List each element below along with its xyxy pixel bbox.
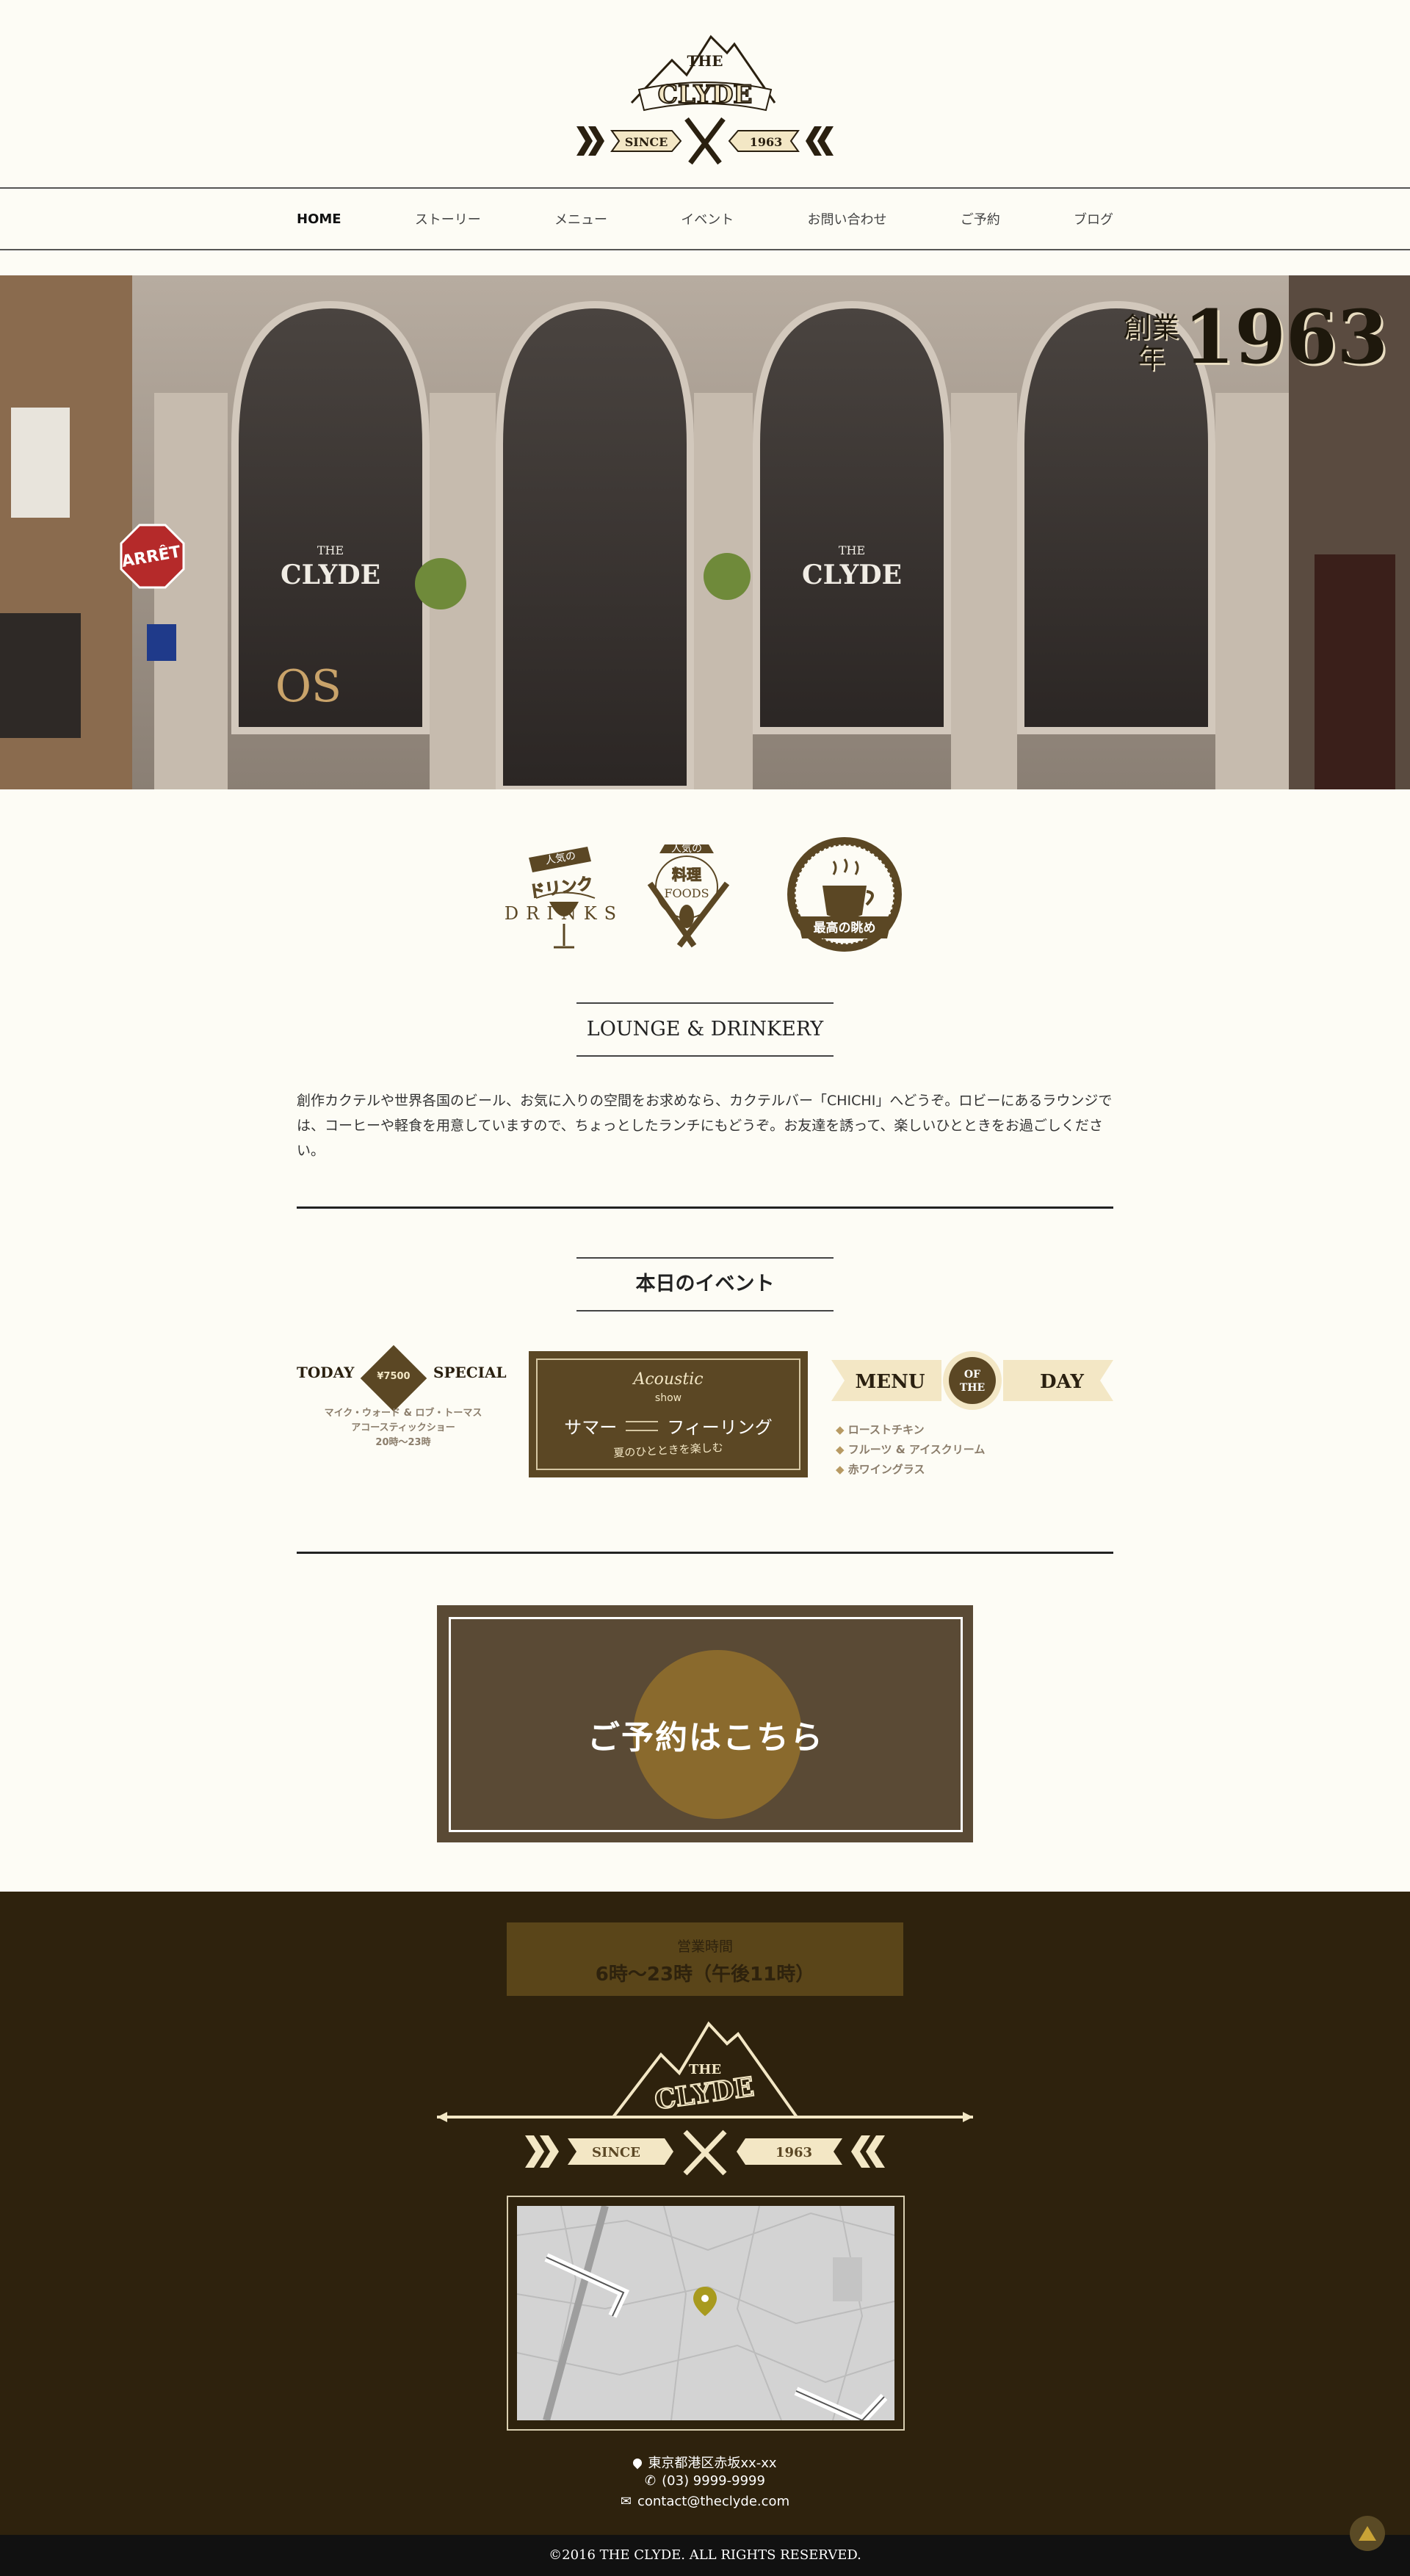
map[interactable] <box>507 2196 905 2431</box>
today-special[interactable]: TODAY ¥7500 SPECIAL マイク・ウォード & ロブ・トーマス ア… <box>297 1345 510 1458</box>
map-canvas[interactable] <box>517 2206 894 2420</box>
acoustic-sub: 夏のひとときを楽しむ <box>612 1441 724 1460</box>
window-sign-os: OS <box>275 661 341 712</box>
motd-item: ◆ ローストチキン <box>836 1423 925 1436</box>
view-label-text: 最高の眺め <box>814 920 876 936</box>
footer-logo-name: CLYDE <box>653 2072 756 2116</box>
phone-icon: ✆ <box>645 2473 657 2489</box>
window-sign-name: CLYDE <box>281 560 380 590</box>
reservation-label: ご予約はこちら <box>588 1719 824 1756</box>
today-line-3: 20時〜23時 <box>375 1437 431 1448</box>
acoustic-main-right: フィーリング <box>667 1417 773 1438</box>
business-hours: 営業時間 6時〜23時（午後11時） <box>507 1922 903 1996</box>
section-divider <box>297 1552 1113 1554</box>
window-sign-the: THE <box>317 543 344 557</box>
events-title: 本日のイベント <box>576 1257 834 1311</box>
reservation-button[interactable]: ご予約はこちら <box>437 1605 973 1842</box>
view-badge[interactable]: 最高の眺め <box>787 837 902 952</box>
back-to-top-button[interactable] <box>1350 2516 1385 2551</box>
founded-kanji-top: 創業 <box>1123 311 1179 344</box>
main-nav: HOME ストーリー メニュー イベント お問い合わせ ご予約 ブログ <box>0 187 1410 250</box>
foods-ribbon-text: 人気の <box>671 843 702 855</box>
window-sign-name-2: CLYDE <box>802 560 902 590</box>
motd-of: OF <box>964 1369 980 1381</box>
email-line[interactable]: ✉ contact@theclyde.com <box>0 2494 1410 2509</box>
clyde-logo[interactable]: THE CLYDE SINCE 1963 <box>576 16 834 170</box>
founded-kanji-bottom: 年 <box>1137 342 1165 375</box>
acoustic-main-left: サマー <box>564 1417 618 1438</box>
footer-logo-since: SINCE <box>592 2145 640 2160</box>
today-line-2: アコースティックショー <box>351 1422 455 1433</box>
nav-blog[interactable]: ブログ <box>1074 209 1113 228</box>
hours-label: 営業時間 <box>676 1939 733 1955</box>
motd-left: MENU <box>855 1371 925 1393</box>
drinks-badge[interactable]: 人気の ドリンク DRINKS <box>505 847 623 949</box>
acoustic-divider <box>626 1420 659 1431</box>
footer: 営業時間 6時〜23時（午後11時） THE CLYDE SINCE 1963 <box>0 1892 1410 2535</box>
address-line: 東京都港区赤坂xx-xx <box>0 2453 1410 2472</box>
footer-logo[interactable]: THE CLYDE SINCE 1963 <box>437 2018 973 2179</box>
lounge-description: 創作カクテルや世界各国のビール、お気に入りの空間をお求めなら、カクテルバー「CH… <box>297 1093 1113 1159</box>
hero-image: THE CLYDE THE CLYDE OS ARRÊT 創業 年 1963 <box>0 275 1410 789</box>
foods-en-text: FOODS <box>664 886 709 900</box>
menu-of-the-day[interactable]: MENU OF THE DAY ◆ ローストチキン ◆ フルーツ & アイスクリ… <box>831 1350 1113 1482</box>
motd-the: THE <box>960 1382 985 1394</box>
foods-badge[interactable]: 人気の 料理 FOODS <box>647 843 730 948</box>
acoustic-show-card[interactable]: Acoustic show サマー フィーリング 夏のひとときを楽しむ <box>529 1351 808 1477</box>
footer-logo-the: THE <box>689 2062 721 2077</box>
map-streets <box>517 2206 894 2420</box>
window-sign-the-2: THE <box>839 543 865 557</box>
lounge-title: LOUNGE & DRINKERY <box>576 1002 834 1057</box>
founded-year: 1963 <box>1183 294 1388 380</box>
triangle-up-icon <box>1359 2526 1376 2541</box>
feature-badges: 人気の ドリンク DRINKS 人気の 料理 FOODS 最高の眺め <box>505 837 902 952</box>
today-label: TODAY <box>297 1364 355 1381</box>
today-line-1: マイク・ウォード & ロブ・トーマス <box>324 1408 482 1419</box>
nav-menu[interactable]: メニュー <box>554 209 607 228</box>
foods-jp-text: 料理 <box>672 866 701 883</box>
acoustic-frame: Acoustic show サマー フィーリング 夏のひとときを楽しむ <box>536 1358 800 1470</box>
reservation-frame: ご予約はこちら <box>449 1617 963 1832</box>
nav-story[interactable]: ストーリー <box>415 209 481 228</box>
founded-badge: 創業 年 1963 <box>1124 300 1388 374</box>
acoustic-show: show <box>654 1392 682 1404</box>
location-pin-icon <box>631 2456 644 2470</box>
drinks-en-text: DRINKS <box>505 903 623 924</box>
acoustic-script: Acoustic <box>633 1370 704 1389</box>
hours-value: 6時〜23時（午後11時） <box>595 1964 815 1986</box>
logo-name: CLYDE <box>658 80 752 109</box>
phone-line[interactable]: ✆ (03) 9999-9999 <box>0 2473 1410 2489</box>
special-label: SPECIAL <box>433 1364 507 1381</box>
envelope-icon: ✉ <box>620 2494 632 2509</box>
logo-the: THE <box>687 52 723 70</box>
today-price: ¥7500 <box>377 1371 411 1382</box>
logo-year: 1963 <box>750 135 783 149</box>
nav-home[interactable]: HOME <box>297 211 341 227</box>
section-divider <box>297 1206 1113 1209</box>
nav-events[interactable]: イベント <box>681 209 734 228</box>
footer-logo-year: 1963 <box>776 2145 812 2160</box>
motd-item: ◆ 赤ワイングラス <box>836 1463 925 1476</box>
logo-since: SINCE <box>625 135 668 149</box>
motd-banner: MENU OF THE DAY <box>831 1351 1113 1410</box>
nav-reservation[interactable]: ご予約 <box>961 209 1000 228</box>
copyright: ©2016 THE CLYDE. ALL RIGHTS RESERVED. <box>0 2535 1410 2576</box>
motd-right: DAY <box>1040 1371 1084 1393</box>
nav-contact[interactable]: お問い合わせ <box>808 209 887 228</box>
motd-item: ◆ フルーツ & アイスクリーム <box>836 1443 986 1456</box>
